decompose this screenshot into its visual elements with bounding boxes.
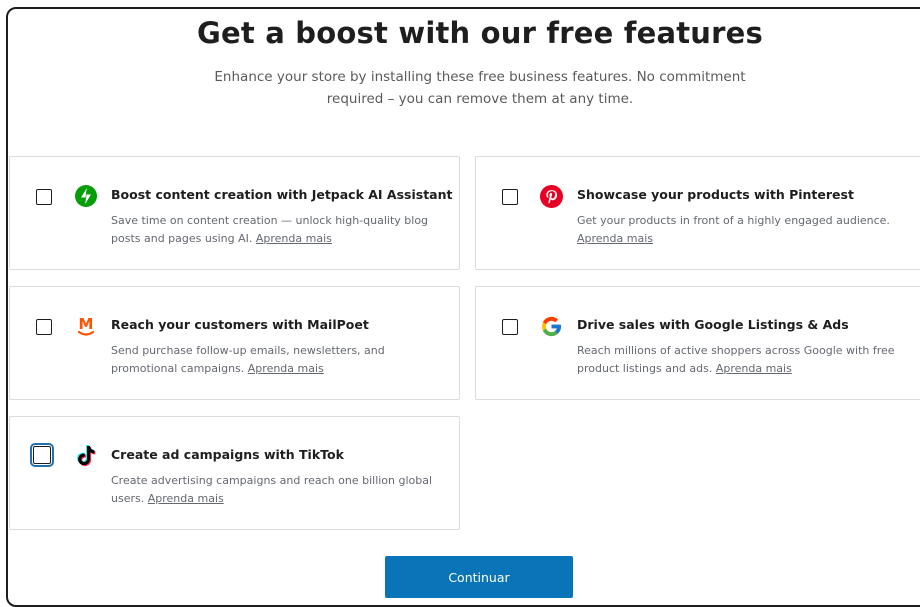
mailpoet-checkbox[interactable] (36, 319, 52, 335)
feature-title: Create ad campaigns with TikTok (111, 447, 344, 462)
pinterest-checkbox[interactable] (502, 189, 518, 205)
google-checkbox[interactable] (502, 319, 518, 335)
feature-title: Drive sales with Google Listings & Ads (577, 317, 849, 332)
feature-card-tiktok[interactable]: Create ad campaigns with TikTok Create a… (9, 416, 460, 530)
feature-title: Boost content creation with Jetpack AI A… (111, 187, 453, 202)
continue-button[interactable]: Continuar (385, 556, 573, 598)
learn-more-link[interactable]: Aprenda mais (716, 362, 792, 375)
svg-text:M: M (79, 315, 94, 333)
jetpack-icon (74, 184, 98, 208)
feature-description: Reach millions of active shoppers across… (577, 344, 895, 375)
pinterest-icon (539, 184, 563, 208)
page-subtitle: Enhance your store by installing these f… (214, 69, 746, 107)
tiktok-checkbox[interactable] (30, 443, 54, 467)
google-icon (539, 314, 563, 338)
mailpoet-icon: M (74, 314, 98, 338)
learn-more-link[interactable]: Aprenda mais (577, 232, 653, 245)
feature-card-google[interactable]: Drive sales with Google Listings & Ads R… (475, 286, 920, 400)
jetpack-checkbox[interactable] (36, 189, 52, 205)
feature-description: Send purchase follow-up emails, newslett… (111, 344, 385, 375)
feature-card-jetpack[interactable]: Boost content creation with Jetpack AI A… (9, 156, 460, 270)
page-title: Get a boost with our free features (197, 16, 763, 50)
feature-description: Get your products in front of a highly e… (577, 214, 890, 245)
feature-title: Showcase your products with Pinterest (577, 187, 854, 202)
learn-more-link[interactable]: Aprenda mais (248, 362, 324, 375)
feature-card-mailpoet[interactable]: M Reach your customers with MailPoet Sen… (9, 286, 460, 400)
feature-description: Create advertising campaigns and reach o… (111, 474, 433, 505)
learn-more-link[interactable]: Aprenda mais (256, 232, 332, 245)
feature-description: Save time on content creation — unlock h… (111, 214, 429, 245)
tiktok-icon (74, 444, 98, 468)
feature-title: Reach your customers with MailPoet (111, 317, 369, 332)
feature-card-pinterest[interactable]: Showcase your products with Pinterest Ge… (475, 156, 920, 270)
learn-more-link[interactable]: Aprenda mais (148, 492, 224, 505)
